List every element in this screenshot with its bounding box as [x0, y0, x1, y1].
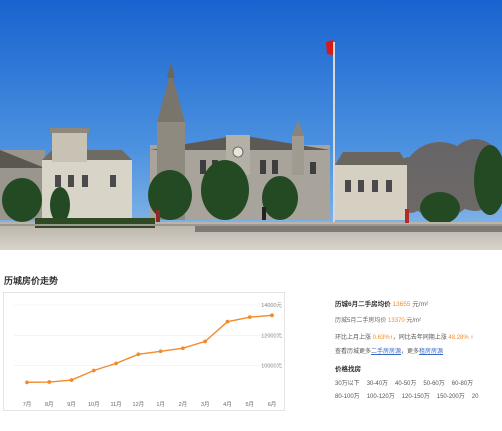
- data-point[interactable]: [91, 368, 96, 373]
- price-range-link[interactable]: 50-60万: [423, 378, 444, 387]
- price-series-line: [26, 314, 273, 384]
- may-average-price: 历城5月二手房均价 13370 元/m²: [335, 318, 422, 324]
- x-tick-label: 7月: [23, 401, 32, 408]
- data-point[interactable]: [158, 349, 163, 354]
- x-tick-label: 6月: [268, 401, 277, 408]
- church-building-image: [0, 0, 502, 250]
- x-tick-label: 10月: [88, 401, 100, 408]
- x-tick-label: 9月: [67, 401, 76, 408]
- data-point[interactable]: [47, 380, 52, 384]
- data-point[interactable]: [247, 315, 252, 320]
- price-range-row-1: 30万以下 30-40万 40-50万 50-60万 60-80万: [335, 378, 480, 387]
- price-range-link[interactable]: 120-150万: [402, 391, 430, 400]
- campus-photo: [0, 0, 502, 250]
- data-point[interactable]: [114, 361, 118, 366]
- price-range-link[interactable]: 30万以下: [335, 378, 360, 387]
- x-tick-label: 1月: [156, 401, 165, 408]
- price-trend-title: 历城房价走势: [4, 276, 59, 286]
- data-point[interactable]: [69, 378, 74, 382]
- y-tick-label: 10000元: [261, 363, 282, 370]
- rental-listings-link[interactable]: 租房房源: [419, 349, 443, 355]
- more-listings-links: 查看历城更多二手房房源，更多租房房源: [335, 349, 444, 355]
- secondhand-listings-link[interactable]: 二手房房源: [371, 349, 401, 355]
- x-tick-label: 4月: [223, 401, 232, 408]
- data-point[interactable]: [270, 313, 274, 318]
- price-range-link[interactable]: 20: [472, 394, 479, 400]
- y-tick-label: 14000元: [261, 302, 282, 309]
- x-tick-label: 2月: [179, 401, 188, 408]
- price-range-link[interactable]: 30-40万: [367, 378, 388, 387]
- line-chart-svg: 14000元 12000元 10000元 7月 8月 9月 10月 11月 12月 1月 2月 3月 4…: [14, 302, 282, 408]
- data-point[interactable]: [203, 339, 208, 344]
- y-tick-label: 12000元: [261, 332, 282, 339]
- data-point[interactable]: [25, 380, 29, 385]
- price-change-summary: 环比上月上涨 0.63%↑，同比去年同期上涨 48.28% ↑: [335, 335, 474, 341]
- price-range-row-2: 80-100万 100-120万 120-150万 150-200万 20: [335, 391, 485, 400]
- price-range-link[interactable]: 150-200万: [437, 391, 465, 400]
- price-range-link[interactable]: 80-100万: [335, 391, 360, 400]
- data-point[interactable]: [225, 319, 230, 324]
- june-average-price: 历城6月二手房均价 13655 元/m²: [335, 301, 429, 308]
- data-point[interactable]: [181, 346, 185, 351]
- data-point[interactable]: [136, 352, 141, 357]
- x-tick-label: 5月: [245, 401, 254, 408]
- price-range-link[interactable]: 60-80万: [452, 378, 473, 387]
- x-tick-label: 8月: [45, 401, 54, 408]
- x-tick-label: 12月: [133, 401, 145, 408]
- price-search-heading: 价格找房: [335, 366, 361, 373]
- price-range-link[interactable]: 100-120万: [367, 391, 395, 400]
- price-trend-chart: 14000元 12000元 10000元 7月 8月 9月 10月 11月 12月 1月 2月 3月 4…: [3, 292, 285, 411]
- price-range-link[interactable]: 40-50万: [395, 378, 416, 387]
- x-tick-label: 11月: [110, 401, 121, 408]
- x-tick-label: 3月: [201, 401, 210, 408]
